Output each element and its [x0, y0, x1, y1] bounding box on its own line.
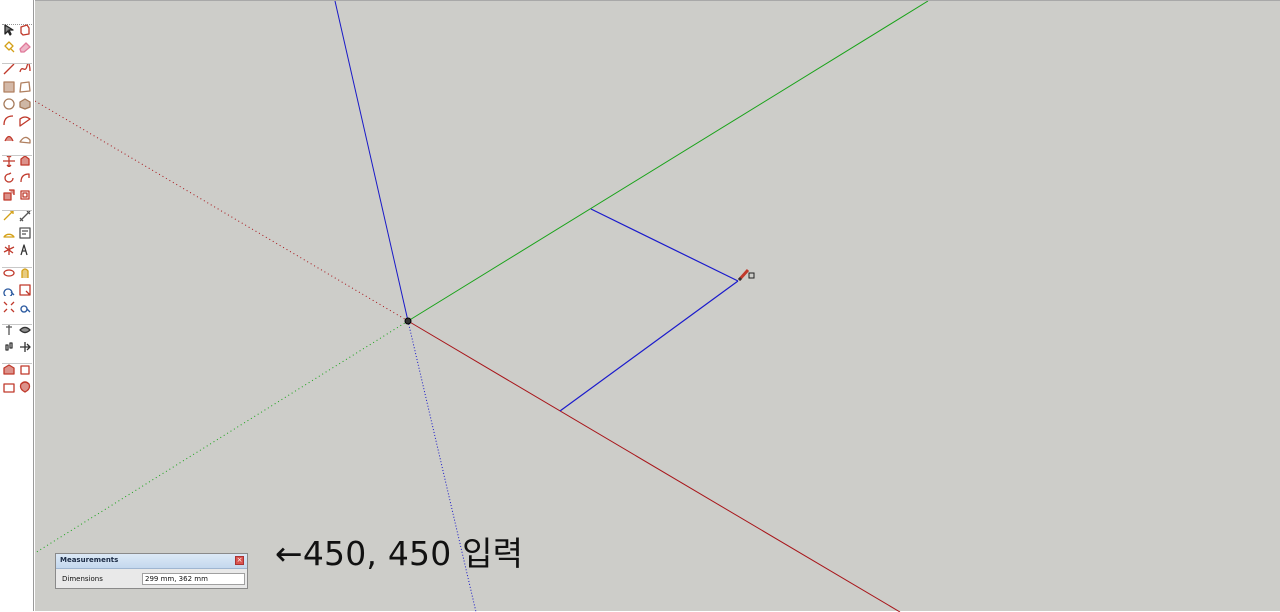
zoom-window-tool-icon[interactable]: [18, 283, 32, 297]
text-tool-icon[interactable]: [18, 226, 32, 240]
dimensions-label: Dimensions: [62, 575, 103, 583]
position-camera-tool-icon[interactable]: [2, 323, 16, 337]
zoom-extents-tool-icon[interactable]: [2, 300, 16, 314]
close-icon[interactable]: ×: [235, 556, 244, 565]
pan-tool-icon[interactable]: [18, 266, 32, 280]
tape-measure-tool-icon[interactable]: [2, 209, 16, 223]
rectangle-tool-icon[interactable]: [2, 80, 16, 94]
toolbar-separator: [2, 267, 32, 268]
drawn-edge-2: [559, 280, 739, 412]
rotated-rectangle-tool-icon[interactable]: [18, 80, 32, 94]
protractor-tool-icon[interactable]: [2, 226, 16, 240]
arc-tool-icon[interactable]: [2, 114, 16, 128]
line-tool-icon[interactable]: [2, 62, 16, 76]
offset-tool-icon[interactable]: [18, 188, 32, 202]
circle-tool-icon[interactable]: [2, 97, 16, 111]
polygon-tool-icon[interactable]: [18, 97, 32, 111]
previous-view-tool-icon[interactable]: [18, 300, 32, 314]
measurements-titlebar[interactable]: Measurements ×: [56, 554, 247, 569]
drawing-viewport[interactable]: [35, 0, 1280, 612]
red-axis-negative: [35, 100, 409, 322]
pencil-cursor-icon: [737, 268, 755, 282]
share-component-tool-icon[interactable]: [18, 380, 32, 394]
origin-point: [404, 317, 412, 325]
3d-text-tool-icon[interactable]: [18, 243, 32, 257]
scale-tool-icon[interactable]: [2, 188, 16, 202]
pie-tool-icon[interactable]: [18, 114, 32, 128]
eraser-tool-icon[interactable]: [18, 40, 32, 54]
dimensions-value-field[interactable]: 299 mm, 362 mm: [142, 573, 245, 585]
select-tool-icon[interactable]: [2, 23, 16, 37]
toolbar-separator: [2, 210, 32, 211]
toolbar-separator: [2, 363, 32, 364]
rotate-tool-icon[interactable]: [2, 171, 16, 185]
toolbar-separator: [2, 155, 32, 156]
green-axis-negative: [35, 320, 409, 554]
share-model-tool-icon[interactable]: [18, 363, 32, 377]
drawn-edge-1: [590, 208, 739, 282]
model-scene[interactable]: [35, 1, 1280, 612]
follow-me-tool-icon[interactable]: [18, 171, 32, 185]
dimension-tool-icon[interactable]: [18, 209, 32, 223]
move-tool-icon[interactable]: [2, 154, 16, 168]
two-point-arc-tool-icon[interactable]: [18, 131, 32, 145]
walk-tool-icon[interactable]: [2, 340, 16, 354]
warehouse-tool-icon[interactable]: [2, 363, 16, 377]
axes-tool-icon[interactable]: [2, 243, 16, 257]
look-around-tool-icon[interactable]: [18, 323, 32, 337]
toolbar-separator: [2, 63, 32, 64]
measurements-panel: Measurements × Dimensions 299 mm, 362 mm: [55, 553, 248, 589]
toolbar-separator: [2, 324, 32, 325]
freehand-tool-icon[interactable]: [18, 62, 32, 76]
green-axis-positive: [407, 1, 929, 322]
section-plane-tool-icon[interactable]: [18, 340, 32, 354]
instruction-annotation: ←450, 450 입력: [275, 534, 524, 573]
make-component-tool-icon[interactable]: [18, 23, 32, 37]
zoom-tool-icon[interactable]: [2, 283, 16, 297]
blue-axis-positive: [334, 1, 409, 322]
paint-bucket-tool-icon[interactable]: [2, 40, 16, 54]
orbit-tool-icon[interactable]: [2, 266, 16, 280]
extension-warehouse-tool-icon[interactable]: [2, 380, 16, 394]
three-point-arc-tool-icon[interactable]: [2, 131, 16, 145]
measurements-title: Measurements: [60, 556, 119, 564]
large-tool-set-toolbar: [0, 0, 34, 611]
push-pull-tool-icon[interactable]: [18, 154, 32, 168]
